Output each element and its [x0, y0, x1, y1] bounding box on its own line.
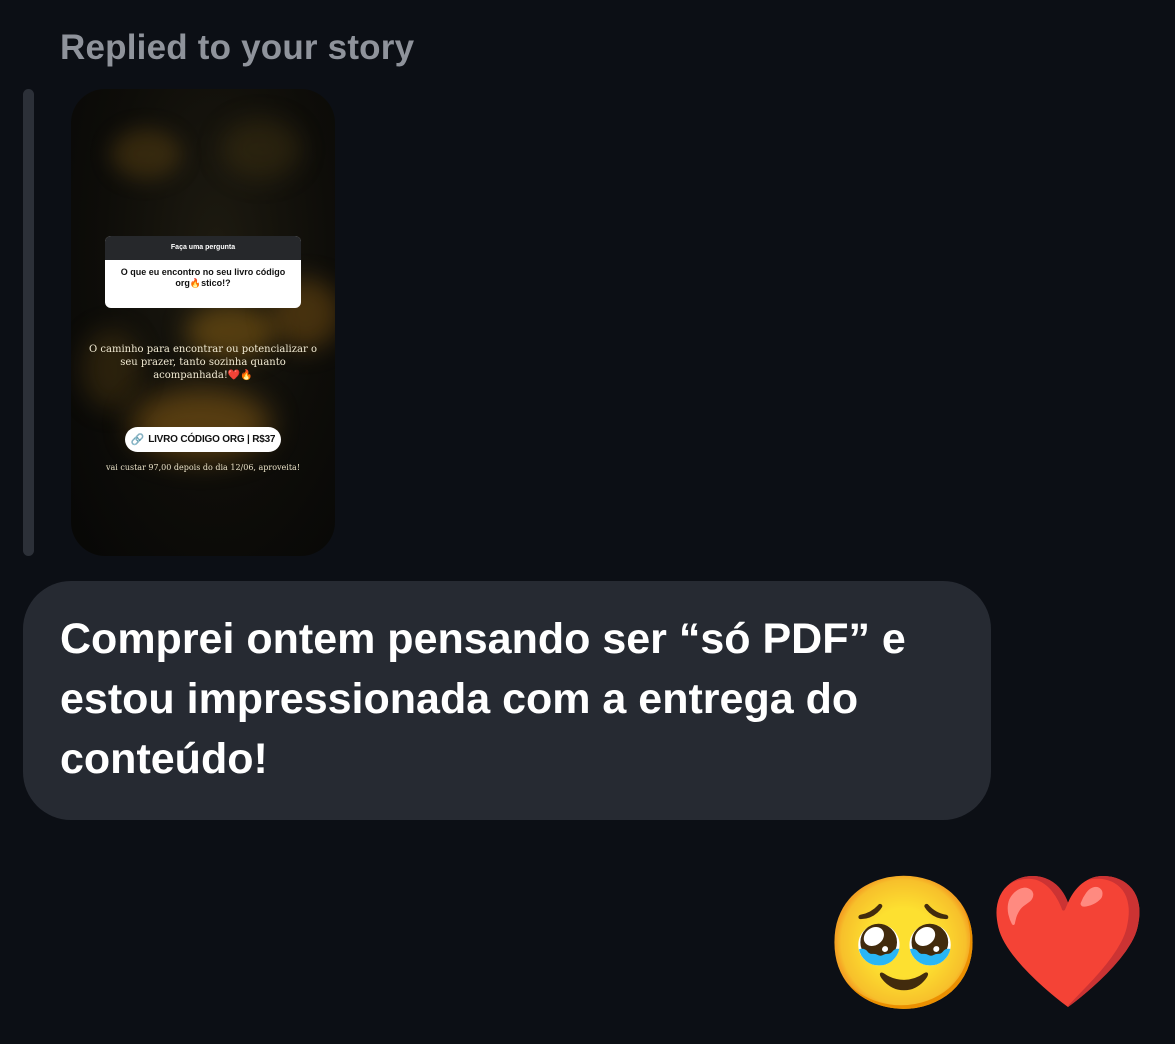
- replied-to-story-label: Replied to your story: [60, 28, 415, 67]
- message-text: Comprei ontem pensando ser “só PDF” e es…: [60, 615, 906, 783]
- story-background-petal: [221, 119, 301, 179]
- story-background-petal: [111, 129, 181, 179]
- question-sticker-header: Faça uma pergunta: [105, 236, 301, 260]
- link-sticker[interactable]: 🔗 LIVRO CÓDIGO ORG | R$37: [125, 427, 281, 452]
- link-icon: 🔗: [130, 434, 145, 446]
- question-sticker-text: O que eu encontro no seu livro código or…: [120, 267, 286, 288]
- story-caption: O caminho para encontrar ou potencializa…: [89, 344, 317, 381]
- pleading-face-emoji: 🥹: [823, 870, 985, 1016]
- story-note: vai custar 97,00 depois do dia 12/06, ap…: [105, 463, 301, 472]
- red-heart-emoji: ❤️: [987, 868, 1149, 1014]
- story-preview[interactable]: Faça uma pergunta O que eu encontro no s…: [71, 89, 335, 556]
- message-bubble[interactable]: Comprei ontem pensando ser “só PDF” e es…: [23, 581, 991, 820]
- reply-indicator-bar: [23, 89, 34, 556]
- link-sticker-label: LIVRO CÓDIGO ORG | R$37: [148, 434, 276, 445]
- question-sticker: Faça uma pergunta O que eu encontro no s…: [105, 236, 301, 308]
